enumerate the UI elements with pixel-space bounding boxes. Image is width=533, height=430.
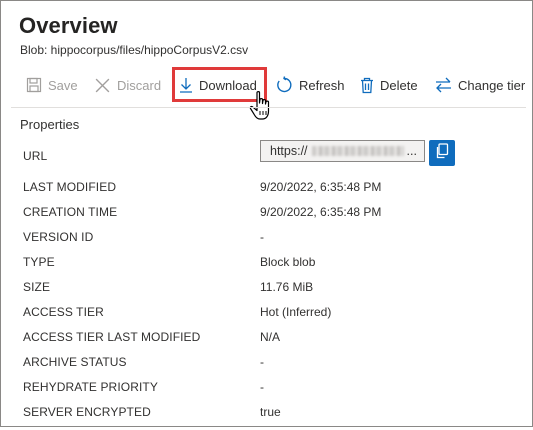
refresh-label: Refresh bbox=[299, 77, 345, 93]
property-key: TYPE bbox=[23, 255, 55, 269]
delete-label: Delete bbox=[380, 77, 418, 93]
property-row: CREATION TIME 9/20/2022, 6:35:48 PM bbox=[1, 205, 533, 230]
property-value: - bbox=[260, 380, 264, 394]
discard-label: Discard bbox=[117, 77, 162, 93]
property-value: 9/20/2022, 6:35:48 PM bbox=[260, 205, 382, 219]
property-row: SERVER ENCRYPTED true bbox=[1, 405, 533, 430]
overview-panel: Overview Blob: hippocorpus/files/hippoCo… bbox=[0, 0, 533, 427]
property-value: - bbox=[260, 230, 264, 244]
property-row: SIZE 11.76 MiB bbox=[1, 280, 533, 305]
blob-path: Blob: hippocorpus/files/hippoCorpusV2.cs… bbox=[20, 43, 249, 57]
property-key: REHYDRATE PRIORITY bbox=[23, 380, 158, 394]
refresh-button[interactable]: Refresh bbox=[275, 67, 345, 103]
property-key: CREATION TIME bbox=[23, 205, 118, 219]
property-key: SIZE bbox=[23, 280, 51, 294]
url-ellipsis: ... bbox=[406, 144, 417, 158]
change-tier-label: Change tier bbox=[458, 77, 526, 93]
property-row: LAST MODIFIED 9/20/2022, 6:35:48 PM bbox=[1, 180, 533, 205]
url-prefix: https:// bbox=[270, 144, 308, 158]
property-value: true bbox=[260, 405, 281, 419]
close-icon bbox=[94, 77, 111, 94]
property-value: Block blob bbox=[260, 255, 316, 269]
save-button[interactable]: Save bbox=[26, 67, 78, 103]
url-field[interactable]: https:// ... bbox=[260, 140, 425, 162]
property-row: REHYDRATE PRIORITY - bbox=[1, 380, 533, 405]
property-value: Hot (Inferred) bbox=[260, 305, 332, 319]
property-row: ACCESS TIER LAST MODIFIED N/A bbox=[1, 330, 533, 355]
property-key: URL bbox=[23, 149, 48, 163]
copy-url-button[interactable] bbox=[429, 140, 455, 166]
property-key: ACCESS TIER bbox=[23, 305, 104, 319]
trash-icon bbox=[360, 77, 374, 94]
property-key: ARCHIVE STATUS bbox=[23, 355, 127, 369]
discard-button[interactable]: Discard bbox=[94, 67, 161, 103]
page-title: Overview bbox=[19, 13, 118, 38]
copy-icon bbox=[435, 142, 449, 164]
property-value: 9/20/2022, 6:35:48 PM bbox=[260, 180, 382, 194]
property-key: LAST MODIFIED bbox=[23, 180, 117, 194]
property-row: ACCESS TIER Hot (Inferred) bbox=[1, 305, 533, 330]
properties-heading: Properties bbox=[20, 117, 80, 132]
property-key: SERVER ENCRYPTED bbox=[23, 405, 151, 419]
property-row: TYPE Block blob bbox=[1, 255, 533, 280]
delete-button[interactable]: Delete bbox=[360, 67, 418, 103]
property-value: - bbox=[260, 355, 264, 369]
property-key: VERSION ID bbox=[23, 230, 94, 244]
property-value: 11.76 MiB bbox=[260, 280, 314, 294]
redacted-url-text bbox=[311, 146, 404, 156]
swap-arrows-icon bbox=[435, 77, 452, 93]
change-tier-button[interactable]: Change tier bbox=[435, 67, 525, 103]
toolbar-divider bbox=[11, 107, 526, 108]
save-label: Save bbox=[48, 77, 78, 93]
property-value: N/A bbox=[260, 330, 281, 344]
property-row: ARCHIVE STATUS - bbox=[1, 355, 533, 380]
property-row: VERSION ID - bbox=[1, 230, 533, 255]
save-icon bbox=[26, 77, 42, 93]
property-key: ACCESS TIER LAST MODIFIED bbox=[23, 330, 201, 344]
